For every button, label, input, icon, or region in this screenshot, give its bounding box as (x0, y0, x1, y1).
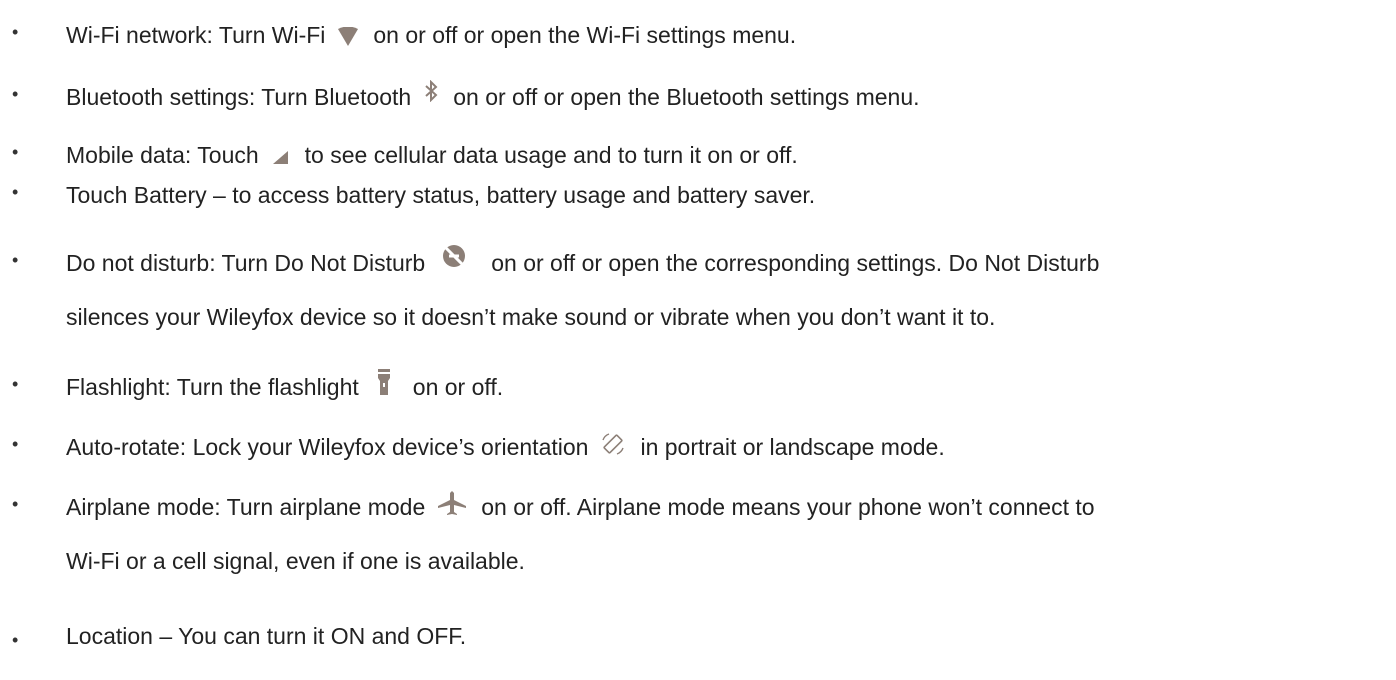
flashlight-icon (377, 368, 391, 395)
item-text-after: on or off. Airplane mode means your phon… (481, 494, 1095, 520)
item-text-before: Bluetooth settings: Turn Bluetooth (66, 84, 412, 110)
airplane-icon (437, 490, 467, 516)
wifi-icon (337, 26, 359, 47)
item-text-before: Wi-Fi network: Turn Wi-Fi (66, 22, 326, 48)
auto-rotate-icon (600, 431, 626, 457)
item-text-after: on or off or open the Bluetooth settings… (453, 84, 920, 110)
bullet: • (12, 374, 19, 394)
bullet: • (12, 84, 19, 104)
item-text-line2: Wi-Fi or a cell signal, even if one is a… (66, 548, 525, 574)
item-text-after: to see cellular data usage and to turn i… (304, 142, 798, 168)
item-text-before: Airplane mode: Turn airplane mode (66, 494, 426, 520)
item-text-before: Do not disturb: Turn Do Not Disturb (66, 250, 426, 276)
bullet: • (12, 630, 19, 650)
bullet: • (12, 22, 19, 42)
bullet: • (12, 250, 19, 270)
item-text-line2: silences your Wileyfox device so it does… (66, 304, 996, 330)
item-text: Location – You can turn it ON and OFF. (66, 623, 467, 649)
bullet: • (12, 142, 19, 162)
item-text-after: on or off or open the corresponding sett… (491, 250, 1100, 276)
bullet: • (12, 434, 19, 454)
item-text-after: on or off. (412, 374, 504, 400)
bullet: • (12, 494, 19, 514)
do-not-disturb-icon (441, 243, 467, 269)
item-text: Touch Battery – to access battery status… (66, 182, 816, 208)
item-text-after: on or off or open the Wi-Fi settings men… (373, 22, 797, 48)
cellular-signal-icon (271, 148, 291, 166)
item-text-before: Flashlight: Turn the flashlight (66, 374, 359, 400)
item-text-before: Mobile data: Touch (66, 142, 259, 168)
bullet: • (12, 182, 19, 202)
bluetooth-icon (423, 79, 439, 102)
item-text-after: in portrait or landscape mode. (640, 434, 945, 460)
item-text-before: Auto-rotate: Lock your Wileyfox device’s… (66, 434, 589, 460)
